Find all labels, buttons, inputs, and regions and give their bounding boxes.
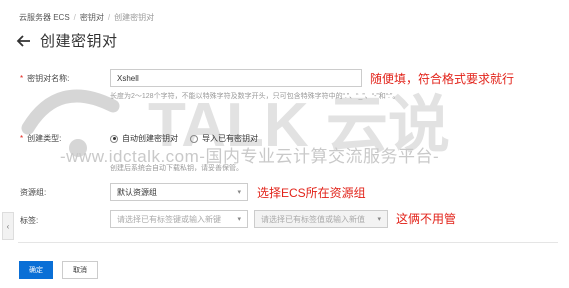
radio-auto-create[interactable]: 自动创建密钥对	[110, 133, 178, 144]
chevron-left-icon: ‹	[6, 221, 10, 231]
tags-label: 标签:	[20, 216, 39, 225]
chevron-down-icon: ▾	[237, 189, 241, 196]
confirm-button[interactable]: 确定	[19, 261, 53, 279]
chevron-down-icon: ▾	[377, 216, 381, 223]
radio-dot-unchecked	[190, 134, 198, 143]
keypair-name-label: * 密钥对名称:	[20, 74, 70, 83]
keypair-name-input[interactable]: Xshell	[110, 69, 362, 87]
create-type-label: * 创建类型:	[20, 134, 62, 143]
resource-group-label: 资源组:	[20, 188, 47, 197]
resource-group-note: 选择ECS所在资源组	[257, 186, 366, 200]
type-hint: 创建后系统会自动下载私钥，请妥善保管。	[110, 165, 243, 172]
breadcrumb-item-ecs[interactable]: 云服务器 ECS	[19, 12, 70, 23]
tags-note: 这俩不用管	[396, 212, 457, 226]
radio-import[interactable]: 导入已有密钥对	[190, 133, 258, 144]
page-header: 创建密钥对	[16, 30, 118, 51]
name-hint: 长度为2～128个字符，不能以特殊字符及数字开头，只可包含特殊字符中的“.”、“…	[110, 93, 400, 100]
breadcrumb-item-keypairs[interactable]: 密钥对	[80, 12, 104, 23]
breadcrumb-item-current: 创建密钥对	[114, 13, 155, 22]
create-type-radios: 自动创建密钥对 导入已有密钥对	[110, 133, 258, 144]
chevron-down-icon: ▾	[237, 216, 241, 223]
breadcrumb: 云服务器 ECS / 密钥对 / 创建密钥对	[19, 12, 155, 23]
name-note: 随便填，符合格式要求就行	[370, 72, 515, 86]
cancel-button[interactable]: 取消	[62, 261, 98, 279]
resource-group-select[interactable]: 默认资源组 ▾	[110, 183, 248, 201]
arrow-left-icon[interactable]	[16, 33, 32, 49]
tag-value-select[interactable]: 请选择已有标签值或输入新值 ▾	[254, 210, 388, 228]
page-title: 创建密钥对	[40, 33, 118, 50]
radio-dot-checked	[110, 134, 118, 143]
footer-divider	[18, 242, 558, 243]
sidebar-collapse-tab[interactable]: ‹	[2, 212, 14, 240]
tag-key-select[interactable]: 请选择已有标签键或输入新键 ▾	[110, 210, 248, 228]
